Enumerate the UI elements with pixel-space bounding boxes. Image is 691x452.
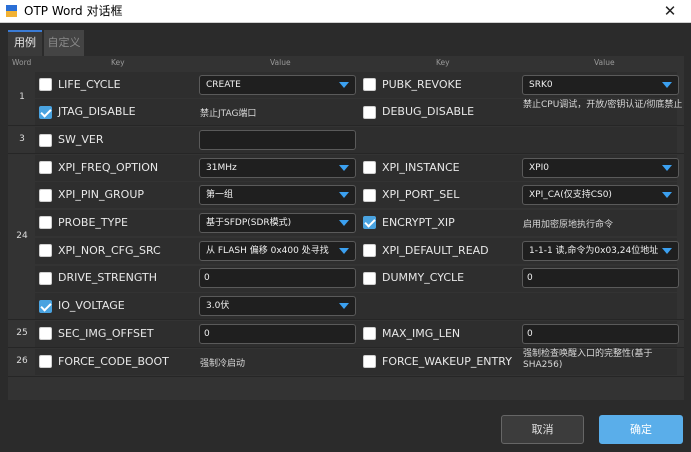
column-header-key-left: Key [111,58,125,67]
title-bar: OTP Word 对话框 ✕ [0,0,691,23]
ok-button[interactable]: 确定 [599,415,683,444]
word-number: 26 [16,356,28,366]
chevron-down-icon [339,165,349,171]
max-img-len-key: MAX_IMG_LEN [382,327,461,340]
chevron-down-icon [662,192,672,198]
drive-strength-key: DRIVE_STRENGTH [58,271,157,284]
io-voltage-dropdown[interactable]: 3.0伏 [199,296,356,316]
chevron-down-icon [339,220,349,226]
chevron-down-icon [339,303,349,309]
column-header-word: Word [12,58,32,67]
xpi-freq-option-checkbox[interactable] [39,161,52,174]
force-wakeup-entry-checkbox[interactable] [363,355,376,368]
chevron-down-icon [339,82,349,88]
app-logo-icon [6,5,17,17]
force-wakeup-entry-key: FORCE_WAKEUP_ENTRY [382,355,512,368]
jtag-disable-checkbox[interactable] [39,106,52,119]
xpi-default-read-dropdown[interactable]: 1-1-1 读,命令为0x03,24位地址 [522,241,679,261]
max-img-len-input[interactable]: 0 [522,324,679,344]
chevron-down-icon [339,248,349,254]
xpi-nor-cfg-src-checkbox[interactable] [39,244,52,257]
cancel-button[interactable]: 取消 [501,415,584,444]
sec-img-offset-input[interactable]: 0 [199,324,356,344]
drive-strength-checkbox[interactable] [39,272,52,285]
xpi-pin-group-dropdown[interactable]: 第一组 [199,185,356,205]
dummy-cycle-input[interactable]: 0 [522,268,679,288]
io-voltage-checkbox[interactable] [39,300,52,313]
chevron-down-icon [662,82,672,88]
probe-type-dropdown[interactable]: 基于SFDP(SDR模式) [199,213,356,233]
pubk-revoke-checkbox[interactable] [363,78,376,91]
probe-type-key: PROBE_TYPE [58,216,128,229]
xpi-default-read-key: XPI_DEFAULT_READ [382,244,489,257]
io-voltage-key: IO_VOLTAGE [58,299,125,312]
sw-ver-key: SW_VER [58,133,104,146]
xpi-pin-group-checkbox[interactable] [39,189,52,202]
pubk-revoke-dropdown[interactable]: SRK0 [522,75,679,95]
close-icon[interactable]: ✕ [655,0,685,22]
chevron-down-icon [662,248,672,254]
jtag-disable-value: 禁止JTAG端口 [200,109,257,119]
force-code-boot-value: 强制冷启动 [200,359,246,369]
xpi-port-sel-dropdown[interactable]: XPI_CA(仅支持CS0) [522,185,679,205]
xpi-pin-group-key: XPI_PIN_GROUP [58,188,145,201]
sw-ver-checkbox[interactable] [39,134,52,147]
chevron-down-icon [662,165,672,171]
chevron-down-icon [339,192,349,198]
tab-examples[interactable]: 用例 [8,30,42,56]
life-cycle-key: LIFE_CYCLE [58,78,121,91]
xpi-port-sel-checkbox[interactable] [363,189,376,202]
force-code-boot-key: FORCE_CODE_BOOT [58,355,169,368]
dummy-cycle-key: DUMMY_CYCLE [382,271,465,284]
column-header-key-right: Key [436,58,450,67]
sec-img-offset-key: SEC_IMG_OFFSET [58,327,154,340]
xpi-default-read-checkbox[interactable] [363,244,376,257]
window-title: OTP Word 对话框 [24,4,123,18]
xpi-instance-dropdown[interactable]: XPI0 [522,158,679,178]
xpi-port-sel-key: XPI_PORT_SEL [382,188,460,201]
sec-img-offset-checkbox[interactable] [39,327,52,340]
life-cycle-dropdown[interactable]: CREATE [199,75,356,95]
dummy-cycle-checkbox[interactable] [363,272,376,285]
xpi-freq-option-key: XPI_FREQ_OPTION [58,161,159,174]
max-img-len-checkbox[interactable] [363,327,376,340]
debug-disable-checkbox[interactable] [363,106,376,119]
word-number: 25 [16,328,28,338]
pubk-revoke-key: PUBK_REVOKE [382,78,462,91]
column-header-value-left: Value [270,58,291,67]
column-header-value-right: Value [594,58,615,67]
life-cycle-checkbox[interactable] [39,78,52,91]
force-code-boot-checkbox[interactable] [39,355,52,368]
xpi-instance-checkbox[interactable] [363,161,376,174]
encrypt-xip-checkbox[interactable] [363,216,376,229]
jtag-disable-key: JTAG_DISABLE [58,105,136,118]
xpi-instance-key: XPI_INSTANCE [382,161,460,174]
debug-disable-key: DEBUG_DISABLE [382,105,475,118]
drive-strength-input[interactable]: 0 [199,268,356,288]
word-number: 1 [19,92,25,102]
word-number: 24 [16,231,28,241]
xpi-nor-cfg-src-dropdown[interactable]: 从 FLASH 偏移 0x400 处寻找 [199,241,356,261]
encrypt-xip-key: ENCRYPT_XIP [382,216,455,229]
debug-disable-value: 禁止CPU调试，开放/密钥认证/彻底禁止 [523,100,683,110]
force-wakeup-entry-value: 强制检查唤醒入口的完整性(基于SHA256) [523,349,653,370]
sw-ver-input[interactable] [199,130,356,150]
tab-custom[interactable]: 自定义 [44,30,84,56]
encrypt-xip-value: 启用加密原地执行命令 [523,220,614,230]
probe-type-checkbox[interactable] [39,216,52,229]
xpi-freq-option-dropdown[interactable]: 31MHz [199,158,356,178]
word-number: 3 [19,134,25,144]
xpi-nor-cfg-src-key: XPI_NOR_CFG_SRC [58,244,161,257]
